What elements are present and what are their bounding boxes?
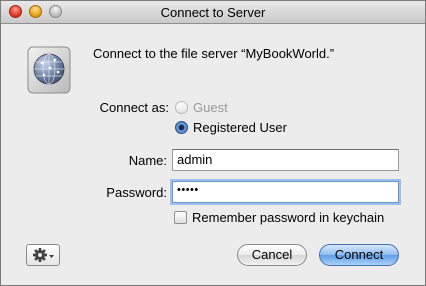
connect-to-server-dialog: Connect to Server Connect to the file se… (0, 0, 426, 286)
guest-radio-label: Guest (193, 100, 228, 115)
action-menu-button[interactable] (26, 244, 60, 266)
network-server-globe-icon (27, 46, 71, 94)
cancel-button[interactable]: Cancel (237, 244, 307, 266)
name-field-value: admin (177, 152, 213, 167)
remember-password-checkbox[interactable] (174, 211, 187, 224)
remember-password-label[interactable]: Remember password in keychain (192, 210, 384, 225)
password-field-value: ••••• (177, 184, 199, 196)
password-label: Password: (106, 185, 167, 200)
connect-as-label: Connect as: (99, 100, 169, 115)
window-title: Connect to Server (160, 5, 266, 20)
registered-user-radio-label[interactable]: Registered User (193, 120, 287, 135)
password-field[interactable]: ••••• (172, 181, 399, 203)
name-label: Name: (128, 153, 167, 168)
connection-prompt: Connect to the file server “MyBookWorld.… (93, 46, 335, 61)
gear-icon (33, 248, 54, 262)
registered-user-radio[interactable] (175, 121, 188, 134)
name-field[interactable]: admin (172, 149, 399, 171)
title-bar[interactable]: Connect to Server (1, 1, 425, 24)
guest-radio[interactable] (175, 101, 188, 114)
connect-button[interactable]: Connect (319, 244, 399, 266)
